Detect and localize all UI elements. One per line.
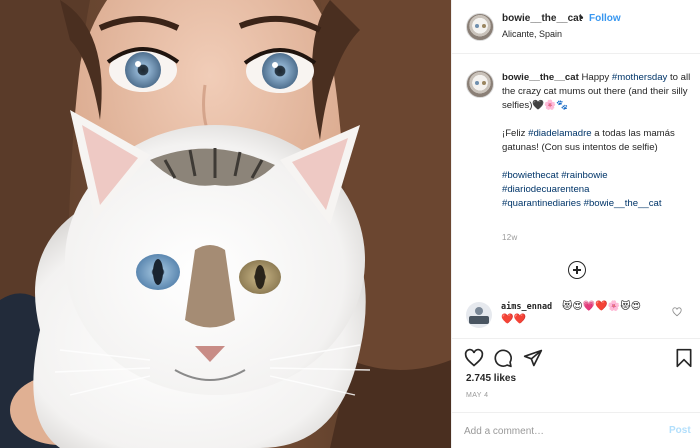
hashtag-link[interactable]: #bowie__the__cat <box>584 198 662 209</box>
comment-row: aims_ennad 😻😍💗❤️🌸😻😍 ❤️❤️ <box>452 296 700 338</box>
caption-section: bowie__the__cat Happy #mothersday to all… <box>452 54 700 290</box>
comment-text: 😻😍💗❤️🌸😻😍 <box>562 301 642 312</box>
caption-hashtags: #bowiethecat #rainbowie #diariodecuarente… <box>502 169 692 211</box>
caption-author-avatar[interactable] <box>466 70 494 98</box>
caption-timestamp[interactable]: 12w <box>502 233 518 242</box>
hashtag-mothersday[interactable]: #mothersday <box>612 72 667 83</box>
caption-text: bowie__the__cat Happy #mothersday to all… <box>502 71 692 225</box>
comment-text-2: ❤️❤️ <box>501 314 526 325</box>
follow-button[interactable]: Follow <box>589 13 621 24</box>
cat-selfie-image <box>0 0 451 448</box>
author-avatar[interactable] <box>466 13 494 41</box>
add-comment-bar: Post <box>452 412 700 448</box>
caption-username[interactable]: bowie__the__cat <box>502 72 579 83</box>
add-comment-input[interactable] <box>464 421 654 441</box>
hashtag-diadelamadre[interactable]: #diadelamadre <box>528 128 591 139</box>
post-date[interactable]: MAY 4 <box>466 392 488 399</box>
separator-dot: • <box>580 13 584 24</box>
post-side-panel: bowie__the__cat • Follow Alicante, Spain… <box>451 0 700 448</box>
small-heart-icon[interactable] <box>672 307 682 317</box>
caption-paragraph-spanish: ¡Feliz #diadelamadre a todas las mamás g… <box>502 127 692 155</box>
hashtag-link[interactable]: #bowiethecat <box>502 170 559 181</box>
commenter-avatar[interactable] <box>466 302 492 328</box>
comment-icon[interactable] <box>493 348 513 368</box>
share-icon[interactable] <box>523 348 543 368</box>
author-username[interactable]: bowie__the__cat <box>502 13 582 24</box>
post-header: bowie__the__cat • Follow Alicante, Spain <box>452 0 700 54</box>
action-bar: 2.745 likes MAY 4 <box>452 338 700 408</box>
caption-text-2a: ¡Feliz <box>502 128 529 139</box>
post-photo[interactable] <box>0 0 451 448</box>
load-more-comments-button[interactable] <box>568 261 586 279</box>
likes-count[interactable]: 2.745 likes <box>466 373 516 384</box>
hashtag-link[interactable]: #rainbowie <box>561 170 607 181</box>
post-location[interactable]: Alicante, Spain <box>502 29 562 39</box>
caption-text-1a: Happy <box>578 72 612 83</box>
hashtag-link[interactable]: #quarantinediaries <box>502 198 581 209</box>
commenter-username[interactable]: aims_ennad <box>501 302 552 312</box>
bookmark-icon[interactable] <box>674 348 694 368</box>
post-comment-button[interactable]: Post <box>669 425 691 436</box>
hashtag-link[interactable]: #diariodecuarentena <box>502 184 589 195</box>
heart-icon[interactable] <box>464 348 484 368</box>
caption-paragraph-english: bowie__the__cat Happy #mothersday to all… <box>502 71 692 113</box>
